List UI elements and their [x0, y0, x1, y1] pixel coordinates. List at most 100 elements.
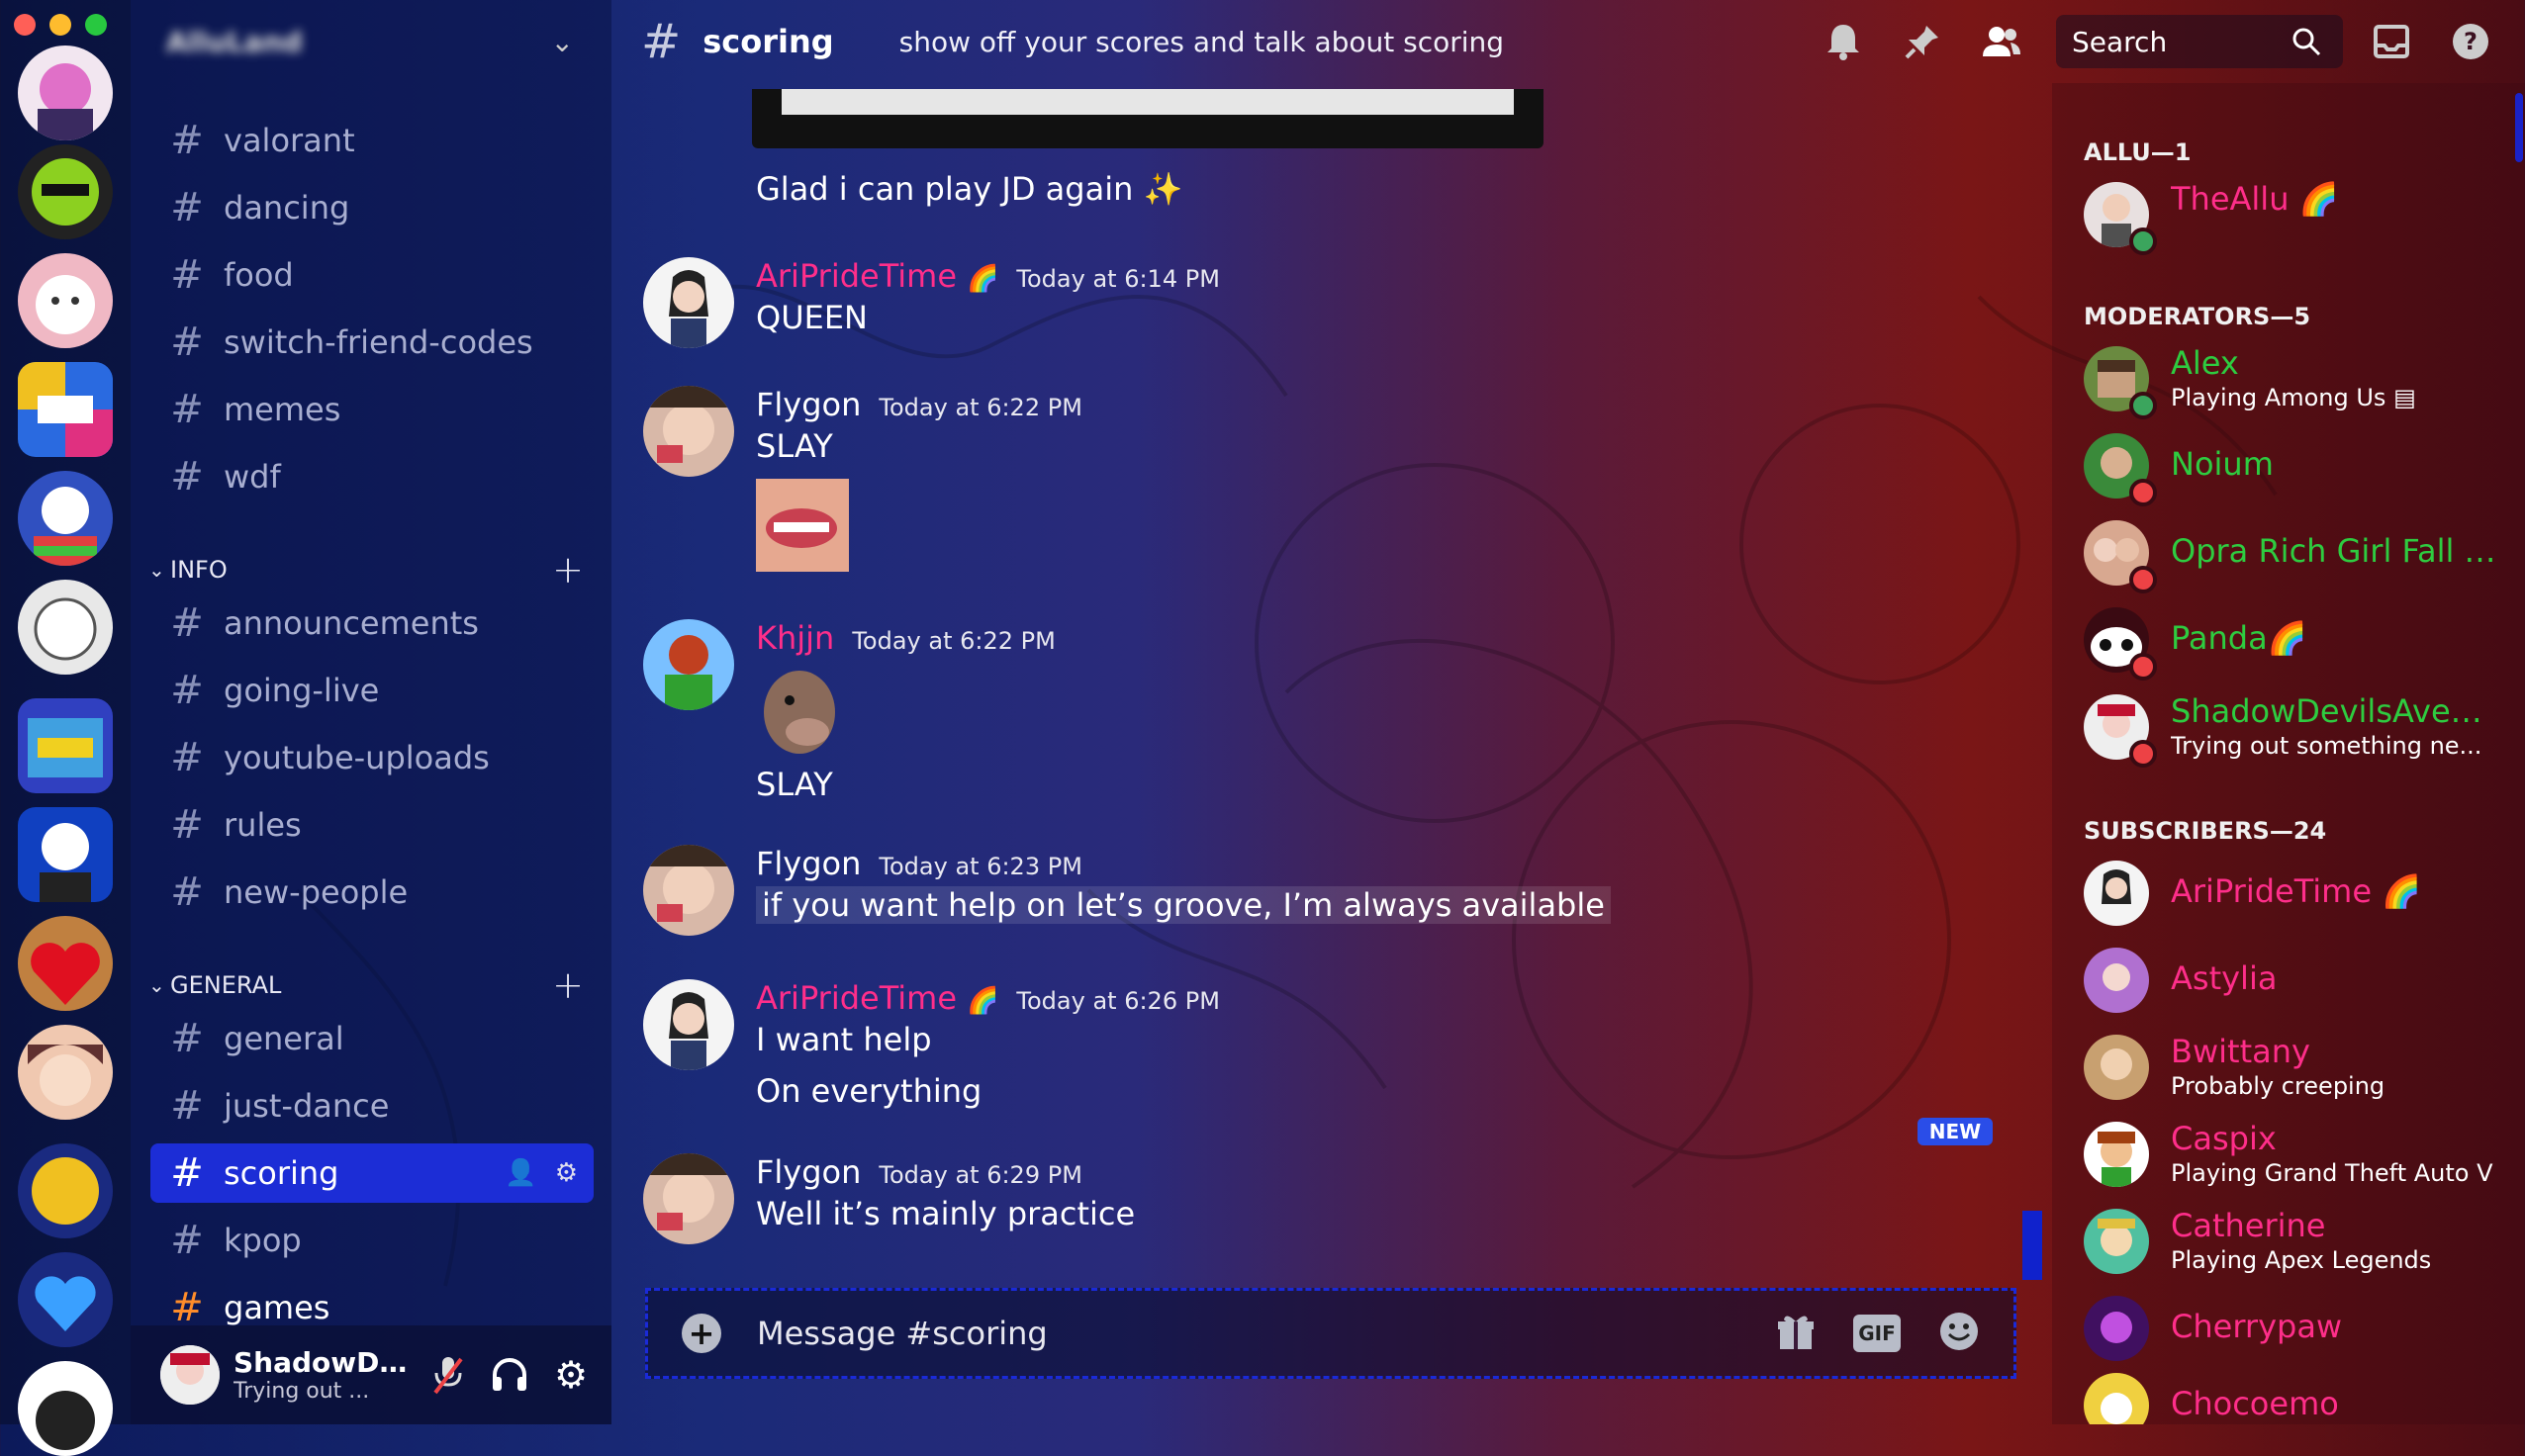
add-channel-icon[interactable]: +: [552, 963, 584, 1007]
author-name[interactable]: Khjjn: [756, 619, 834, 657]
channel-wdf[interactable]: # wdf: [150, 447, 594, 506]
member-item[interactable]: ShadowDevilsAveng... Trying out somethin…: [2084, 690, 2519, 768]
server-icon[interactable]: [18, 698, 113, 793]
channel-valorant[interactable]: # valorant: [150, 111, 594, 170]
server-icon[interactable]: [18, 1025, 113, 1120]
channel-rules[interactable]: # rules: [150, 795, 594, 855]
channel-memes[interactable]: # memes: [150, 380, 594, 439]
channel-kpop[interactable]: # kpop: [150, 1211, 594, 1270]
image-attachment[interactable]: [752, 89, 1543, 148]
channel-new-people[interactable]: # new-people: [150, 863, 594, 922]
channel-scoring[interactable]: # scoring 👤 ⚙: [150, 1143, 594, 1203]
emoji-image[interactable]: [756, 479, 849, 572]
category-info[interactable]: ⌄ INFO +: [148, 548, 584, 592]
server-icon[interactable]: [18, 916, 113, 1011]
help-icon[interactable]: ?: [2446, 17, 2495, 66]
user-info[interactable]: ShadowDe... Trying out ...: [234, 1346, 412, 1404]
author-name[interactable]: AriPrideTime: [756, 257, 957, 295]
author-name[interactable]: Flygon: [756, 386, 861, 423]
gift-icon[interactable]: [1776, 1312, 1816, 1355]
server-icon[interactable]: [18, 807, 113, 902]
headphones-icon[interactable]: [485, 1350, 534, 1400]
avatar[interactable]: [643, 979, 734, 1070]
server-icon[interactable]: [18, 1143, 113, 1238]
member-item[interactable]: Bwittany Probably creeping: [2084, 1031, 2519, 1106]
add-attachment-button[interactable]: +: [682, 1314, 721, 1353]
timestamp: Today at 6:26 PM: [1016, 987, 1220, 1015]
category-label: GENERAL: [170, 971, 282, 999]
status-dnd-icon: [2129, 479, 2157, 506]
category-general[interactable]: ⌄ GENERAL +: [148, 963, 584, 1007]
server-icon[interactable]: [18, 362, 113, 457]
chevron-down-icon[interactable]: ⌄: [551, 26, 574, 58]
channel-topic[interactable]: show off your scores and talk about scor…: [899, 26, 1504, 58]
server-icon[interactable]: [18, 1252, 113, 1347]
author-name[interactable]: Flygon: [756, 1153, 861, 1191]
member-item[interactable]: Cherrypaw: [2084, 1292, 2519, 1367]
close-window-button[interactable]: [14, 14, 36, 36]
channel-food[interactable]: # food: [150, 245, 594, 305]
channel-just-dance[interactable]: # just-dance: [150, 1076, 594, 1136]
channel-going-live[interactable]: # going-live: [150, 661, 594, 720]
avatar[interactable]: [643, 619, 734, 710]
member-item[interactable]: Catherine Playing Apex Legends: [2084, 1205, 2519, 1280]
member-item[interactable]: Astylia: [2084, 944, 2519, 1019]
gear-icon[interactable]: ⚙: [555, 1158, 578, 1188]
server-icon[interactable]: [18, 1361, 113, 1456]
channel-label: going-live: [224, 672, 380, 709]
new-messages-badge[interactable]: NEW: [1917, 1118, 1993, 1145]
inbox-icon[interactable]: [2367, 17, 2416, 66]
channel-youtube-uploads[interactable]: # youtube-uploads: [150, 728, 594, 787]
member-item[interactable]: Alex Playing Among Us ▤: [2084, 342, 2519, 419]
server-icon[interactable]: [18, 253, 113, 348]
avatar[interactable]: [643, 845, 734, 936]
author-name[interactable]: AriPrideTime: [756, 979, 957, 1017]
search-field[interactable]: [2056, 15, 2343, 68]
emoji-image[interactable]: [756, 663, 847, 758]
channel-announcements[interactable]: # announcements: [150, 593, 594, 653]
emoji-icon[interactable]: [1938, 1311, 1980, 1356]
server-icon[interactable]: [18, 144, 113, 239]
server-header[interactable]: AlluLand ⌄: [166, 14, 602, 69]
invite-icon[interactable]: 👤: [505, 1158, 536, 1188]
member-item[interactable]: Noium: [2084, 429, 2519, 506]
member-item[interactable]: Chocoemo: [2084, 1369, 2519, 1424]
server-icon[interactable]: [18, 471, 113, 566]
channel-sidebar: AlluLand ⌄ # valorant # dancing # food # swi…: [131, 0, 611, 1424]
member-item[interactable]: Panda🌈: [2084, 603, 2519, 681]
server-icon[interactable]: [18, 46, 113, 140]
avatar[interactable]: [160, 1345, 220, 1405]
avatar[interactable]: [643, 257, 734, 348]
member-item[interactable]: AriPrideTime 🌈: [2084, 857, 2519, 932]
search-input[interactable]: [2070, 24, 2291, 59]
message-text: Glad i can play JD again ✨: [756, 170, 1183, 208]
channel-header: # scoring show off your scores and talk …: [611, 0, 2525, 83]
member-name: Chocoemo: [2171, 1385, 2339, 1422]
hash-icon: #: [170, 668, 204, 713]
avatar[interactable]: [643, 1153, 734, 1244]
bell-icon[interactable]: [1819, 17, 1868, 66]
member-item[interactable]: Caspix Playing Grand Theft Auto V: [2084, 1118, 2519, 1193]
server-icon[interactable]: [18, 580, 113, 675]
hash-icon: #: [170, 118, 204, 163]
members-icon[interactable]: [1977, 17, 2026, 66]
mute-icon[interactable]: [423, 1350, 473, 1400]
author-name[interactable]: Flygon: [756, 845, 861, 882]
add-channel-icon[interactable]: +: [552, 548, 584, 592]
hash-icon: #: [170, 1150, 204, 1196]
message-text: Well it’s mainly practice: [756, 1195, 1136, 1232]
avatar[interactable]: [643, 386, 734, 477]
channel-general[interactable]: # general: [150, 1009, 594, 1068]
member-list-scrollbar[interactable]: [2515, 93, 2523, 162]
gear-icon[interactable]: ⚙: [546, 1350, 596, 1400]
channel-dancing[interactable]: # dancing: [150, 178, 594, 237]
member-item[interactable]: Opra Rich Girl Fall Ve...: [2084, 516, 2519, 593]
pin-icon[interactable]: [1898, 17, 1947, 66]
gif-button[interactable]: GIF: [1853, 1315, 1901, 1352]
maximize-window-button[interactable]: [85, 14, 107, 36]
channel-switch-friend-codes[interactable]: # switch-friend-codes: [150, 313, 594, 372]
minimize-window-button[interactable]: [49, 14, 71, 36]
message-header: Flygon Today at 6:23 PM: [756, 845, 1082, 882]
member-item[interactable]: TheAllu 🌈: [2084, 178, 2519, 255]
message-input[interactable]: [755, 1314, 1729, 1353]
